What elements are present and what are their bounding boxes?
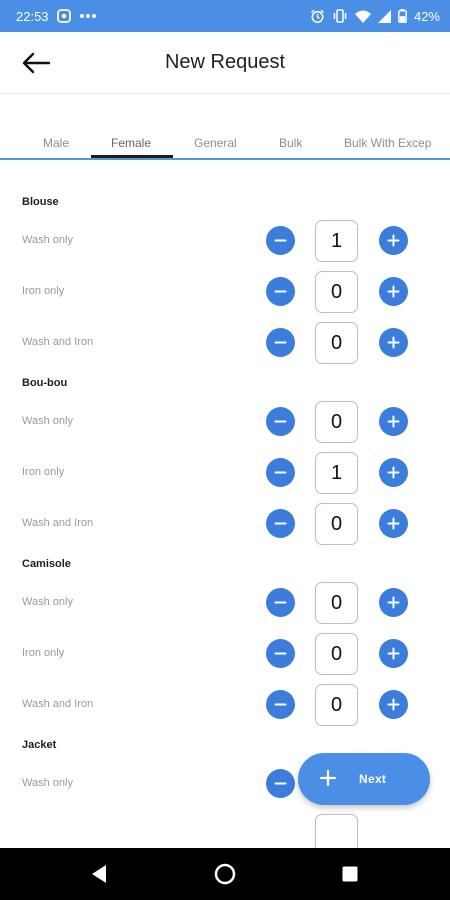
tab-general[interactable]: General bbox=[194, 136, 237, 150]
decrement-button[interactable] bbox=[266, 407, 295, 436]
minus-icon bbox=[274, 782, 287, 785]
increment-button[interactable] bbox=[379, 639, 408, 668]
minus-icon bbox=[274, 420, 287, 423]
plus-icon bbox=[319, 769, 337, 792]
decrement-button[interactable] bbox=[266, 226, 295, 255]
quantity-field[interactable]: 0 bbox=[315, 271, 358, 313]
section-title: Jacket bbox=[22, 739, 57, 751]
nav-back-button[interactable] bbox=[88, 863, 110, 885]
item-list: Blouse Wash only 1 Iron only 0 Wash and Iron 0… bbox=[0, 160, 450, 848]
category-tabs: Male Female General Bulk Bulk With Excep bbox=[0, 128, 450, 160]
increment-button[interactable] bbox=[379, 509, 408, 538]
more-dots-icon bbox=[79, 13, 97, 19]
service-label: Iron only bbox=[22, 285, 65, 297]
increment-button[interactable] bbox=[379, 328, 408, 357]
back-button[interactable] bbox=[18, 48, 54, 78]
minus-icon bbox=[274, 652, 287, 655]
increment-button[interactable] bbox=[379, 226, 408, 255]
minus-icon bbox=[274, 239, 287, 242]
battery-percent: 42% bbox=[413, 8, 440, 24]
tab-bulk[interactable]: Bulk bbox=[279, 136, 302, 150]
plus-icon bbox=[387, 647, 400, 660]
quantity-field[interactable] bbox=[315, 814, 358, 848]
plus-icon bbox=[387, 285, 400, 298]
quantity-field[interactable]: 1 bbox=[315, 220, 358, 262]
status-bar: 22:53 42% bbox=[0, 0, 450, 32]
minus-icon bbox=[274, 290, 287, 293]
service-label: Wash only bbox=[22, 234, 73, 246]
quantity-field[interactable]: 0 bbox=[315, 633, 358, 675]
minus-icon bbox=[274, 471, 287, 474]
plus-icon bbox=[387, 698, 400, 711]
alarm-icon bbox=[310, 9, 325, 24]
plus-icon bbox=[387, 336, 400, 349]
system-nav-bar bbox=[0, 848, 450, 900]
vibrate-icon bbox=[332, 9, 348, 23]
nav-home-button[interactable] bbox=[214, 863, 236, 885]
decrement-button[interactable] bbox=[266, 328, 295, 357]
plus-icon bbox=[387, 466, 400, 479]
decrement-button[interactable] bbox=[266, 458, 295, 487]
decrement-button[interactable] bbox=[266, 588, 295, 617]
square-recents-icon bbox=[342, 866, 358, 882]
service-label: Wash only bbox=[22, 777, 73, 789]
circle-home-icon bbox=[214, 863, 236, 885]
battery-icon bbox=[398, 9, 407, 23]
plus-icon bbox=[387, 517, 400, 530]
minus-icon bbox=[274, 703, 287, 706]
quantity-field[interactable]: 0 bbox=[315, 684, 358, 726]
minus-icon bbox=[274, 341, 287, 344]
page-title: New Request bbox=[164, 51, 286, 73]
status-time: 22:53 bbox=[16, 8, 49, 24]
decrement-button[interactable] bbox=[266, 769, 295, 798]
app-notification-icon bbox=[56, 9, 71, 23]
minus-icon bbox=[274, 601, 287, 604]
next-button-label: Next bbox=[359, 772, 387, 786]
section-title: Blouse bbox=[22, 196, 59, 208]
tab-female[interactable]: Female bbox=[111, 136, 151, 150]
section-title: Camisole bbox=[22, 558, 71, 570]
increment-button[interactable] bbox=[379, 588, 408, 617]
service-label: Wash and Iron bbox=[22, 517, 94, 529]
app-bar: New Request bbox=[0, 32, 450, 94]
decrement-button[interactable] bbox=[266, 277, 295, 306]
signal-icon bbox=[377, 9, 391, 23]
wifi-icon bbox=[354, 10, 371, 23]
section-title: Bou-bou bbox=[22, 377, 68, 389]
service-label: Wash only bbox=[22, 596, 73, 608]
increment-button[interactable] bbox=[379, 277, 408, 306]
quantity-field[interactable]: 0 bbox=[315, 582, 358, 624]
quantity-field[interactable]: 0 bbox=[315, 401, 358, 443]
plus-icon bbox=[387, 234, 400, 247]
decrement-button[interactable] bbox=[266, 690, 295, 719]
decrement-button[interactable] bbox=[266, 639, 295, 668]
decrement-button[interactable] bbox=[266, 509, 295, 538]
plus-icon bbox=[387, 415, 400, 428]
next-button[interactable]: Next bbox=[298, 753, 430, 805]
arrow-left-icon bbox=[22, 52, 51, 74]
quantity-field[interactable]: 1 bbox=[315, 452, 358, 494]
minus-icon bbox=[274, 522, 287, 525]
increment-button[interactable] bbox=[379, 407, 408, 436]
active-tab-indicator bbox=[91, 155, 173, 158]
service-label: Wash and Iron bbox=[22, 336, 94, 348]
plus-icon bbox=[387, 596, 400, 609]
quantity-field[interactable]: 0 bbox=[315, 503, 358, 545]
service-label: Iron only bbox=[22, 647, 65, 659]
tab-bulk-with-excep[interactable]: Bulk With Excep bbox=[344, 136, 431, 150]
service-label: Wash and Iron bbox=[22, 698, 94, 710]
increment-button[interactable] bbox=[379, 458, 408, 487]
tab-male[interactable]: Male bbox=[43, 136, 69, 150]
triangle-back-icon bbox=[92, 865, 106, 883]
nav-recents-button[interactable] bbox=[339, 863, 361, 885]
service-label: Wash only bbox=[22, 415, 73, 427]
service-label: Iron only bbox=[22, 466, 65, 478]
increment-button[interactable] bbox=[379, 690, 408, 719]
quantity-field[interactable]: 0 bbox=[315, 322, 358, 364]
